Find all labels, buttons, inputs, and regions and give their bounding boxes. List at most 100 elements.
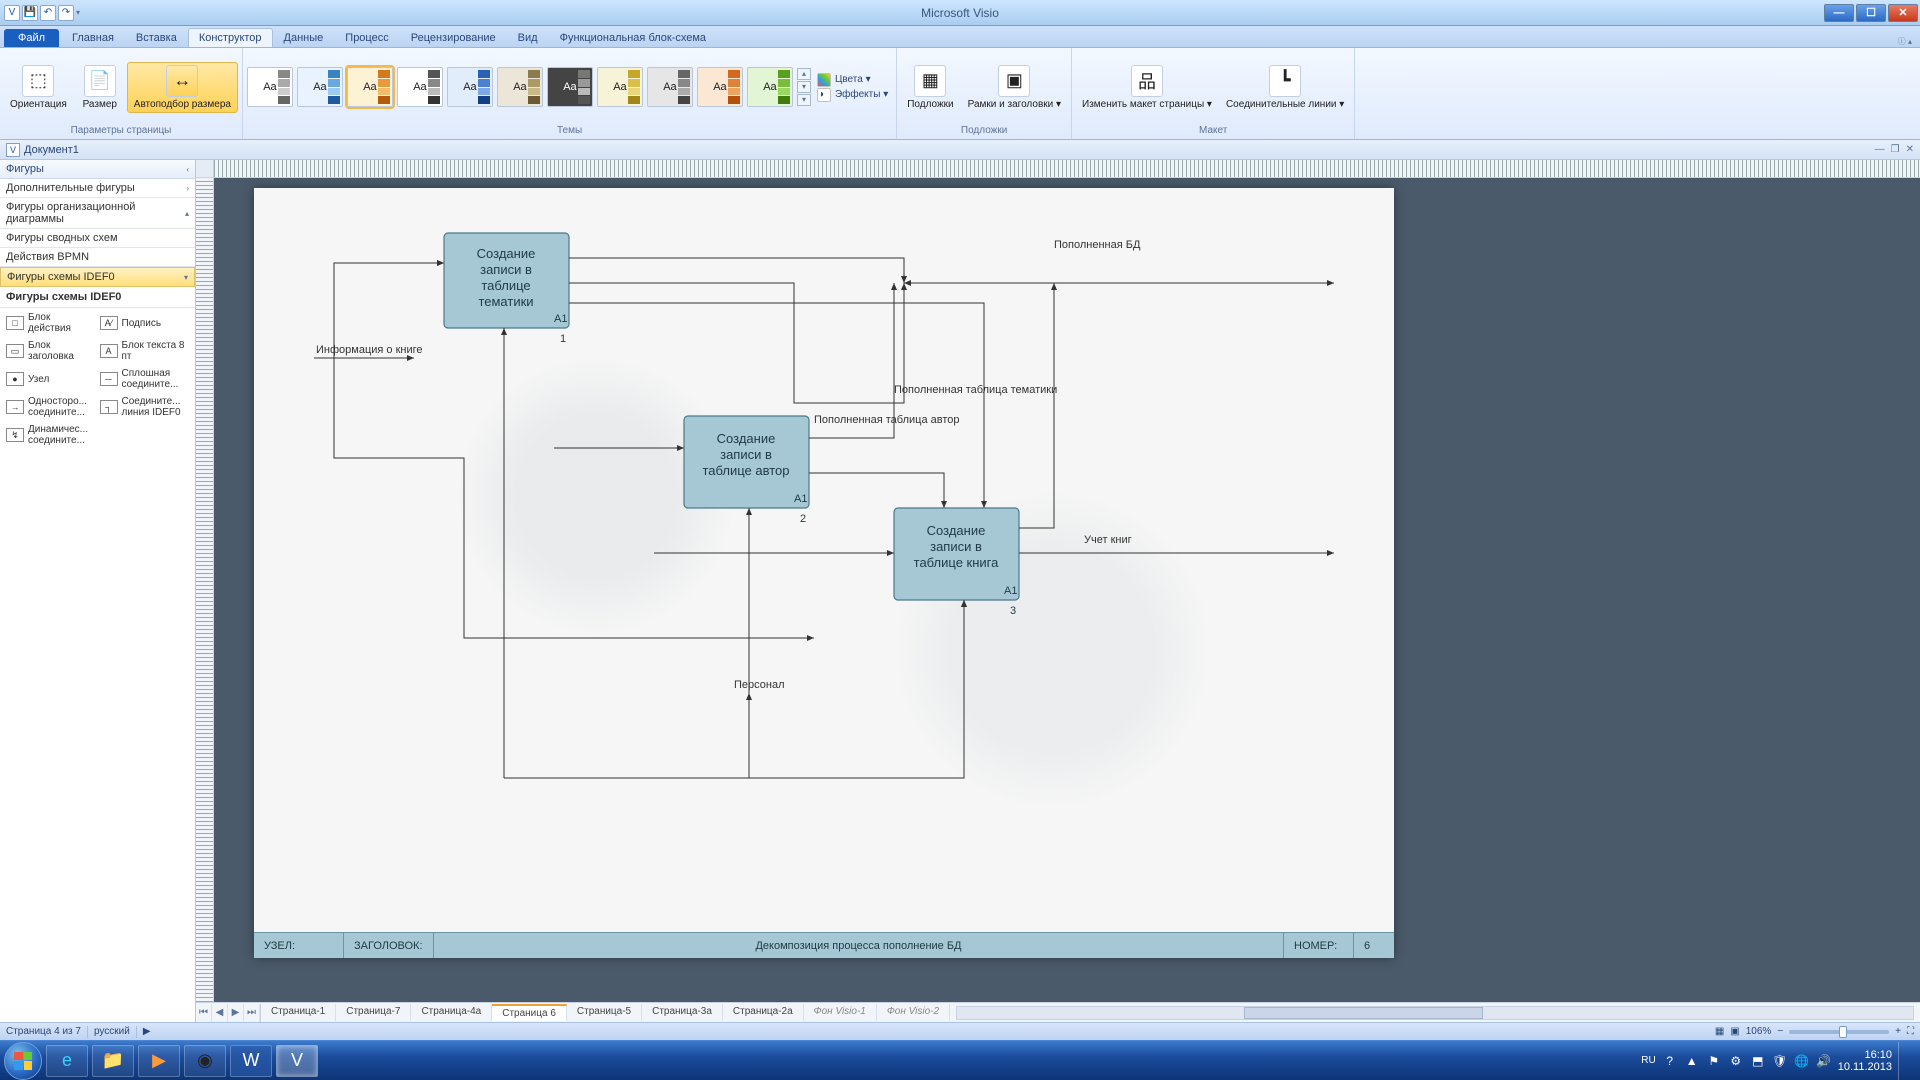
- tray-lang[interactable]: RU: [1641, 1055, 1655, 1066]
- view-mode-icon[interactable]: ▣: [1730, 1026, 1739, 1037]
- shapes-cat-active[interactable]: Фигуры схемы IDEF0▾: [0, 267, 195, 287]
- scroll-thumb[interactable]: [1244, 1007, 1483, 1019]
- colors-button[interactable]: Цвета ▾: [817, 73, 888, 87]
- orientation-icon: ⬚: [22, 65, 54, 97]
- tab-data[interactable]: Данные: [273, 28, 335, 47]
- theme-scroll[interactable]: ▴▾▾: [797, 68, 811, 106]
- connectors-button[interactable]: ┗Соединительные линии ▾: [1220, 63, 1350, 112]
- taskbar-media[interactable]: ▶: [138, 1045, 180, 1077]
- frames-button[interactable]: ▣Рамки и заголовки ▾: [962, 63, 1067, 112]
- network-icon[interactable]: 🌐: [1794, 1053, 1810, 1069]
- page-tab[interactable]: Страница-3a: [642, 1004, 723, 1021]
- h-scrollbar[interactable]: [956, 1006, 1914, 1020]
- shapes-cat[interactable]: Действия BPMN: [0, 248, 195, 267]
- theme-swatch[interactable]: Aa: [247, 67, 293, 107]
- drawing-page[interactable]: Информация о книге Создание записи в таб…: [254, 188, 1394, 958]
- tab-home[interactable]: Главная: [61, 28, 125, 47]
- theme-swatch[interactable]: Aa: [547, 67, 593, 107]
- shapes-header[interactable]: Фигуры‹: [0, 160, 195, 179]
- theme-swatch[interactable]: Aa: [497, 67, 543, 107]
- file-tab[interactable]: Файл: [4, 29, 59, 47]
- page-tab[interactable]: Фон Visio-1: [804, 1004, 877, 1021]
- theme-swatch[interactable]: Aa: [647, 67, 693, 107]
- shape-item[interactable]: →Односторо... соедините...: [6, 396, 96, 418]
- page-tab[interactable]: Страница-5: [567, 1004, 642, 1021]
- shape-item[interactable]: ┐Соедините... линия IDEF0: [100, 396, 190, 418]
- doc-restore-icon[interactable]: ❐: [1891, 144, 1900, 155]
- shape-item[interactable]: ↯Динамичес... соедините...: [6, 424, 96, 446]
- start-button[interactable]: [4, 1042, 42, 1080]
- tab-flowchart[interactable]: Функциональная блок-схема: [549, 28, 717, 47]
- taskbar-explorer[interactable]: 📁: [92, 1045, 134, 1077]
- shapes-cat[interactable]: Фигуры сводных схем: [0, 229, 195, 248]
- help-icon[interactable]: ⓘ ▴: [1898, 36, 1920, 47]
- zoom-in-button[interactable]: +: [1895, 1026, 1901, 1037]
- footer-num-label: НОМЕР:: [1284, 933, 1354, 958]
- undo-icon[interactable]: ↶: [40, 5, 56, 21]
- canvas[interactable]: Информация о книге Создание записи в таб…: [214, 178, 1920, 1002]
- doc-minimize-icon[interactable]: —: [1875, 144, 1885, 155]
- tab-process[interactable]: Процесс: [334, 28, 399, 47]
- taskbar-ie[interactable]: e: [46, 1045, 88, 1077]
- taskbar-word[interactable]: W: [230, 1045, 272, 1077]
- page-tab[interactable]: Фон Visio-2: [877, 1004, 950, 1021]
- view-mode-icon[interactable]: ▦: [1715, 1026, 1724, 1037]
- tray-icon[interactable]: 🛡: [1772, 1053, 1788, 1069]
- relayout-button[interactable]: 品Изменить макет страницы ▾: [1076, 63, 1218, 112]
- fit-page-icon[interactable]: ⛶: [1907, 1026, 1914, 1037]
- backgrounds-button[interactable]: ▦Подложки: [901, 63, 959, 112]
- tray-clock[interactable]: 16:1010.11.2013: [1838, 1049, 1892, 1073]
- shape-item[interactable]: □Блок действия: [6, 312, 96, 334]
- close-button[interactable]: ✕: [1888, 4, 1918, 22]
- shape-item[interactable]: ▭Блок заголовка: [6, 340, 96, 362]
- doc-close-icon[interactable]: ✕: [1906, 144, 1914, 155]
- page-nav[interactable]: ⏮◀▶⏭: [196, 1004, 261, 1022]
- redo-icon[interactable]: ↷: [58, 5, 74, 21]
- shapes-cat[interactable]: Фигуры организационной диаграммы▴: [0, 198, 195, 229]
- page-tab[interactable]: Страница-1: [261, 1004, 336, 1021]
- tray-icon[interactable]: ▲: [1684, 1053, 1700, 1069]
- tab-design[interactable]: Конструктор: [188, 28, 273, 47]
- tray-icon[interactable]: ⬒: [1750, 1053, 1766, 1069]
- page-tab[interactable]: Страница-2а: [723, 1004, 804, 1021]
- zoom-slider[interactable]: [1789, 1030, 1889, 1034]
- show-desktop[interactable]: [1898, 1042, 1908, 1080]
- shape-item[interactable]: AБлок текста 8 пт: [100, 340, 190, 362]
- taskbar-chrome[interactable]: ◉: [184, 1045, 226, 1077]
- theme-swatch[interactable]: Aa: [697, 67, 743, 107]
- autosize-button[interactable]: ↔Автоподбор размера: [127, 62, 238, 113]
- shapes-cat[interactable]: Дополнительные фигуры›: [0, 179, 195, 198]
- volume-icon[interactable]: 🔊: [1816, 1053, 1832, 1069]
- tab-review[interactable]: Рецензирование: [400, 28, 507, 47]
- tab-insert[interactable]: Вставка: [125, 28, 188, 47]
- page-tab[interactable]: Страница 6: [492, 1004, 567, 1021]
- save-icon[interactable]: 💾: [22, 5, 38, 21]
- size-button[interactable]: 📄Размер: [75, 63, 125, 112]
- tab-view[interactable]: Вид: [507, 28, 549, 47]
- theme-swatch[interactable]: Aa: [747, 67, 793, 107]
- tray-icon[interactable]: ⚙: [1728, 1053, 1744, 1069]
- qat-customize-icon[interactable]: ▾: [76, 8, 80, 17]
- maximize-button[interactable]: ☐: [1856, 4, 1886, 22]
- flag-icon[interactable]: ⚑: [1706, 1053, 1722, 1069]
- connectors-icon: ┗: [1269, 65, 1301, 97]
- taskbar-visio[interactable]: V: [276, 1045, 318, 1077]
- orientation-button[interactable]: ⬚Ориентация: [4, 63, 73, 112]
- page-tab[interactable]: Страница-7: [336, 1004, 411, 1021]
- theme-swatch[interactable]: Aa: [297, 67, 343, 107]
- theme-swatch[interactable]: Aa: [447, 67, 493, 107]
- quick-access-toolbar: V 💾 ↶ ↷ ▾: [0, 5, 84, 21]
- shape-item[interactable]: ●Узел: [6, 368, 96, 390]
- help-icon[interactable]: ?: [1662, 1053, 1678, 1069]
- shape-item[interactable]: ─Сплошная соедините...: [100, 368, 190, 390]
- shape-item[interactable]: A⁄Подпись: [100, 312, 190, 334]
- macro-icon[interactable]: ▶: [143, 1026, 151, 1037]
- theme-swatch[interactable]: Aa: [597, 67, 643, 107]
- effects-button[interactable]: ◑Эффекты ▾: [817, 88, 888, 102]
- theme-swatch[interactable]: Aa: [347, 67, 393, 107]
- theme-swatch[interactable]: Aa: [397, 67, 443, 107]
- minimize-button[interactable]: —: [1824, 4, 1854, 22]
- page-tab[interactable]: Страница-4а: [411, 1004, 492, 1021]
- zoom-out-button[interactable]: −: [1777, 1026, 1783, 1037]
- svg-text:1: 1: [560, 333, 566, 345]
